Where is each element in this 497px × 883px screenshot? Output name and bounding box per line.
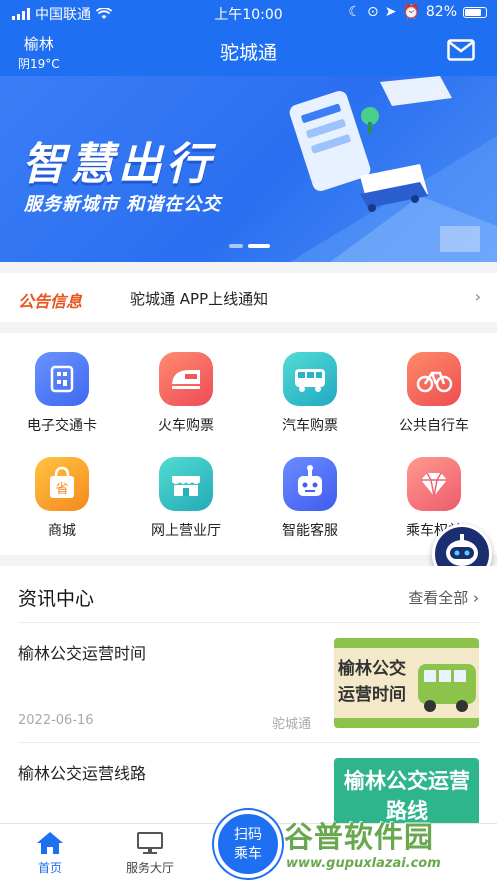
scan-label-2: 乘车 xyxy=(234,846,262,862)
carousel-dot-active[interactable] xyxy=(248,244,270,248)
chevron-right-icon: › xyxy=(474,287,481,306)
bicycle-icon xyxy=(407,352,461,406)
promo-banner[interactable]: 智慧出行 服务新城市 和谐在公交 xyxy=(0,76,497,262)
watermark: 谷普软件园 www.gupuxlazai.com xyxy=(278,812,494,882)
view-all-label: 查看全部 xyxy=(408,589,469,607)
train-icon xyxy=(159,352,213,406)
service-label: 网上营业厅 xyxy=(151,523,221,539)
service-label: 电子交通卡 xyxy=(27,418,97,434)
watermark-url: www.gupuxlazai.com xyxy=(286,856,441,871)
service-smart-support[interactable]: 智能客服 xyxy=(248,457,372,540)
shopping-bag-icon: 省 xyxy=(35,457,89,511)
service-label: 商城 xyxy=(48,523,76,539)
monitor-icon xyxy=(137,832,163,854)
news-center: 资讯中心 查看全部 › 榆林公交运营时间 2022-06-16 驼城通 榆林公交… xyxy=(0,566,497,823)
tab-label: 服务大厅 xyxy=(125,861,174,875)
alarm-icon: ⏰ xyxy=(402,4,420,20)
svg-text:省: 省 xyxy=(55,482,68,497)
moon-icon: ☾ xyxy=(348,4,361,20)
notice-tag: 公告信息 xyxy=(18,292,83,311)
divider xyxy=(18,742,479,743)
battery-icon xyxy=(463,6,487,18)
view-all-link[interactable]: 查看全部 › xyxy=(408,587,479,608)
notice-bar[interactable]: 公告信息 驼城通 APP上线通知 › xyxy=(0,273,497,322)
page-title: 驼城通 xyxy=(219,42,277,64)
service-mall[interactable]: 省 商城 xyxy=(0,457,124,540)
carousel-dot[interactable] xyxy=(229,244,243,248)
news-item-title: 榆林公交运营时间 xyxy=(18,644,147,663)
carousel-indicator xyxy=(229,244,270,248)
service-bus-ticket[interactable]: 汽车购票 xyxy=(248,352,372,435)
storefront-icon xyxy=(159,457,213,511)
scan-ride-button[interactable]: 扫码 乘车 xyxy=(214,810,282,878)
tab-service-hall[interactable]: 服务大厅 xyxy=(110,830,190,876)
status-bar: 中国联通 上午10:00 ☾ ⊙ ➤ ⏰ 82% xyxy=(0,0,497,26)
service-online-hall[interactable]: 网上营业厅 xyxy=(124,457,248,540)
service-label: 公共自行车 xyxy=(399,418,469,434)
app-header: 榆林 阴19°C 驼城通 xyxy=(0,26,497,76)
service-label: 火车购票 xyxy=(158,418,214,434)
thumbnail-text: 榆林公交运营时间 xyxy=(338,659,406,705)
tab-label: 首页 xyxy=(37,861,62,875)
news-item-title: 榆林公交运营线路 xyxy=(18,764,147,783)
scan-label-1: 扫码 xyxy=(234,827,262,843)
news-item-date: 2022-06-16 xyxy=(18,713,94,728)
diamond-icon xyxy=(407,457,461,511)
home-icon xyxy=(37,832,63,854)
service-label: 智能客服 xyxy=(282,523,338,539)
service-label: 汽车购票 xyxy=(282,418,338,434)
chevron-right-icon: › xyxy=(473,589,479,607)
battery-percent: 82% xyxy=(425,4,457,20)
lock-rotation-icon: ⊙ xyxy=(366,4,379,20)
notice-text: 驼城通 APP上线通知 xyxy=(130,290,269,308)
banner-subline: 服务新城市 和谐在公交 xyxy=(24,194,222,215)
watermark-text: 谷普软件园 xyxy=(284,820,435,854)
service-grid: 电子交通卡 火车购票 汽车购票 公共自行车 省 商城 网上营业厅 智能客服 乘车… xyxy=(0,333,497,555)
news-heading: 资讯中心 xyxy=(18,588,95,610)
divider xyxy=(18,622,479,623)
tab-home[interactable]: 首页 xyxy=(10,830,90,876)
bus-icon xyxy=(283,352,337,406)
service-train-ticket[interactable]: 火车购票 xyxy=(124,352,248,435)
location-icon: ➤ xyxy=(384,4,397,20)
mail-icon[interactable] xyxy=(447,39,475,61)
news-item-source: 驼城通 xyxy=(272,717,312,732)
service-e-card[interactable]: 电子交通卡 xyxy=(0,352,124,435)
robot-icon xyxy=(283,457,337,511)
qr-card-icon xyxy=(35,352,89,406)
service-public-bike[interactable]: 公共自行车 xyxy=(372,352,496,435)
news-thumbnail: 榆林公交运营时间 xyxy=(334,638,479,728)
banner-headline: 智慧出行 xyxy=(22,139,214,190)
